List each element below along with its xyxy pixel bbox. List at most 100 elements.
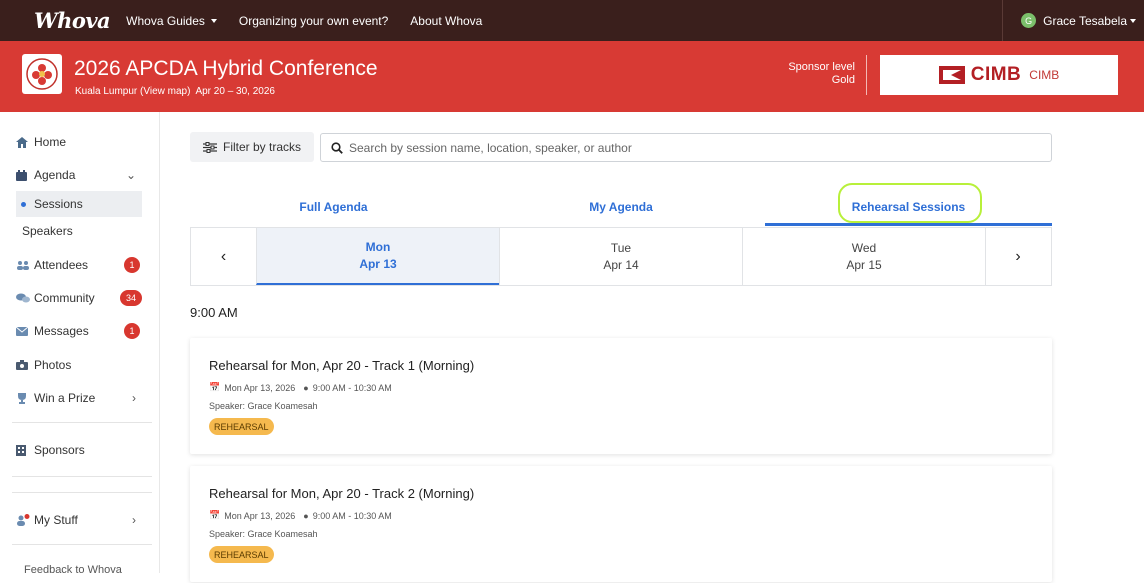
session-meta: 📅 Mon Apr 13, 2026 ● 9:00 AM - 10:30 AM: [209, 510, 392, 521]
session-speaker: Speaker: Grace Koamesah: [209, 401, 318, 411]
sidebar-item-my-stuff[interactable]: My Stuff ›: [16, 507, 142, 533]
event-title: 2026 APCDA Hybrid Conference: [74, 57, 378, 80]
cimb-logo-icon: [938, 66, 965, 84]
sidebar-item-label: Sponsors: [34, 443, 85, 457]
sidebar-item-win-a-prize[interactable]: Win a Prize ›: [16, 385, 142, 411]
caret-down-icon: [1130, 18, 1136, 23]
day-selector: ‹ Mon Apr 13 Tue Apr 14 Wed Apr 15 ›: [190, 227, 1052, 286]
sponsor-card[interactable]: CIMB CIMB: [880, 55, 1118, 95]
rehearsal-tag: REHEARSAL: [209, 546, 274, 563]
sponsor-name: CIMB: [1029, 68, 1060, 82]
attendees-badge: 1: [124, 257, 140, 273]
user-icon: [16, 514, 34, 526]
tab-rehearsal-sessions[interactable]: Rehearsal Sessions: [765, 190, 1052, 224]
sidebar: Home Agenda ⌄ Sessions Speakers Attendee…: [0, 112, 160, 576]
divider: [12, 476, 152, 477]
sidebar-item-label: Agenda: [34, 168, 76, 182]
sidebar-item-label: Attendees: [34, 258, 89, 272]
sponsor-level-label: Sponsor level: [788, 61, 855, 73]
rehearsal-tag: REHEARSAL: [209, 418, 274, 435]
sidebar-item-label: Home: [34, 135, 67, 149]
session-title[interactable]: Rehearsal for Mon, Apr 20 - Track 2 (Mor…: [209, 486, 474, 501]
day-tab-mon[interactable]: Mon Apr 13: [256, 228, 499, 285]
sidebar-item-speakers[interactable]: Speakers: [16, 218, 142, 244]
sidebar-item-label: Photos: [34, 358, 72, 372]
session-date: Mon Apr 13, 2026: [224, 382, 296, 393]
event-dates: Apr 20 – 30, 2026: [195, 86, 275, 97]
feedback-link[interactable]: Feedback to Whova: [16, 557, 142, 583]
sidebar-item-home[interactable]: Home: [16, 129, 142, 155]
nav-organizing-event[interactable]: Organizing your own event?: [239, 14, 388, 28]
event-emblem-icon: [26, 58, 58, 90]
day-tab-tue[interactable]: Tue Apr 14: [499, 228, 742, 285]
day-of-week: Mon: [365, 239, 391, 254]
session-meta: 📅 Mon Apr 13, 2026 ● 9:00 AM - 10:30 AM: [209, 382, 392, 393]
time-slot-label: 9:00 AM: [190, 305, 238, 320]
chevron-right-icon: ›: [132, 391, 136, 405]
filter-by-tracks-button[interactable]: Filter by tracks: [190, 132, 314, 162]
messages-badge: 1: [124, 323, 140, 339]
next-day-button[interactable]: ›: [985, 228, 1050, 285]
tab-my-agenda[interactable]: My Agenda: [477, 190, 765, 224]
search-input[interactable]: [349, 140, 949, 155]
sponsor-level: Sponsor level Gold: [780, 61, 855, 87]
chevron-left-icon: ‹: [220, 247, 227, 265]
nav-whova-guides[interactable]: Whova Guides: [126, 14, 217, 28]
session-time: 9:00 AM - 10:30 AM: [312, 382, 392, 393]
day-date: Apr 15: [846, 257, 882, 272]
sidebar-item-sponsors[interactable]: Sponsors: [16, 437, 142, 463]
calendar-icon: [16, 169, 34, 181]
session-time: 9:00 AM - 10:30 AM: [312, 510, 392, 521]
whova-logo[interactable]: Whova: [34, 8, 111, 33]
sidebar-item-label: Sessions: [34, 197, 83, 211]
sidebar-item-label: Messages: [34, 324, 89, 338]
clock-icon: ●: [303, 382, 309, 393]
sidebar-item-messages[interactable]: Messages 1: [16, 318, 142, 344]
day-tab-wed[interactable]: Wed Apr 15: [742, 228, 985, 285]
calendar-icon: 📅: [209, 382, 221, 392]
people-icon: [16, 260, 34, 270]
caret-down-icon: [210, 18, 217, 23]
avatar: G: [1021, 13, 1037, 28]
day-date: Apr 13: [359, 256, 397, 271]
sidebar-item-label: Community: [34, 291, 95, 305]
sponsor-divider: [866, 55, 867, 95]
session-title[interactable]: Rehearsal for Mon, Apr 20 - Track 1 (Mor…: [209, 358, 474, 373]
session-card[interactable]: Rehearsal for Mon, Apr 20 - Track 2 (Mor…: [190, 466, 1052, 582]
home-icon: [16, 136, 34, 148]
clock-icon: ●: [303, 510, 309, 521]
sidebar-item-attendees[interactable]: Attendees 1: [16, 252, 142, 278]
day-of-week: Wed: [851, 240, 877, 255]
sidebar-item-community[interactable]: Community 34: [16, 285, 142, 311]
divider: [12, 422, 152, 423]
chevron-down-icon: ⌄: [125, 168, 136, 182]
building-icon: [16, 444, 34, 456]
nav-about-whova[interactable]: About Whova: [410, 14, 482, 28]
session-speaker: Speaker: Grace Koamesah: [209, 529, 318, 539]
sidebar-item-label: Win a Prize: [34, 391, 96, 405]
bullet-icon: [16, 201, 34, 207]
event-logo: [22, 54, 62, 94]
sidebar-item-sessions[interactable]: Sessions: [16, 191, 142, 217]
divider: [12, 544, 152, 545]
agenda-tabs: Full Agenda My Agenda Rehearsal Sessions: [190, 190, 1052, 226]
nav-whova-guides-label: Whova Guides: [126, 13, 205, 28]
feedback-label: Feedback to Whova: [24, 564, 122, 576]
sponsor-level-value: Gold: [831, 74, 855, 86]
user-menu[interactable]: G Grace Tesabela: [1002, 0, 1144, 41]
session-card[interactable]: Rehearsal for Mon, Apr 20 - Track 1 (Mor…: [190, 338, 1052, 454]
chevron-right-icon: ›: [1015, 247, 1021, 265]
sidebar-item-agenda[interactable]: Agenda ⌄: [16, 162, 142, 188]
sidebar-item-photos[interactable]: Photos: [16, 352, 142, 378]
camera-icon: [16, 360, 34, 370]
search-icon: [331, 141, 343, 154]
tab-full-agenda[interactable]: Full Agenda: [190, 190, 477, 224]
search-box: [320, 133, 1052, 162]
sidebar-item-label: My Stuff: [34, 513, 78, 527]
filter-label: Filter by tracks: [222, 140, 301, 154]
prev-day-button[interactable]: ‹: [191, 228, 256, 285]
active-tab-indicator: [765, 223, 1052, 226]
event-location-link[interactable]: Kuala Lumpur (View map): [75, 86, 190, 97]
event-subtitle: Kuala Lumpur (View map) Apr 20 – 30, 202…: [75, 86, 275, 97]
sliders-icon: [202, 141, 217, 153]
